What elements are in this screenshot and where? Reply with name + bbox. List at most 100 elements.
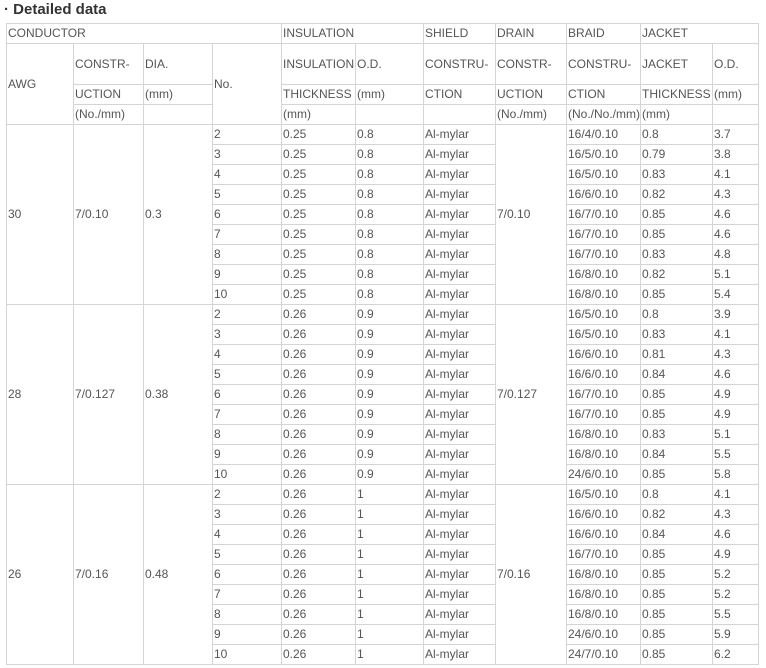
shield-construction-cell: Al-mylar <box>423 284 496 305</box>
insulation-thickness-cell: 0.25 <box>281 264 356 285</box>
insulation-od-cell: 1 <box>355 624 424 645</box>
insulation-od-cell: 1 <box>355 644 424 665</box>
shield-construction-cell: Al-mylar <box>423 444 496 465</box>
conductor-dia-cell: 0.48 <box>143 484 213 665</box>
insulation-thickness-cell: 0.26 <box>281 384 356 405</box>
braid-construction-cell: 16/7/0.10 <box>566 544 641 565</box>
braid-construction-cell: 16/8/0.10 <box>566 604 641 625</box>
braid-construction-cell: 16/8/0.10 <box>566 264 641 285</box>
insulation-od-cell: 0.8 <box>355 284 424 305</box>
insulation-od-cell: 0.9 <box>355 424 424 445</box>
jacket-od-cell: 4.3 <box>712 504 759 525</box>
insulation-thickness-cell: 0.26 <box>281 584 356 605</box>
cable-count-cell: 5 <box>212 544 282 565</box>
jacket-thickness-cell: 0.8 <box>640 304 713 325</box>
cable-count-cell: 10 <box>212 464 282 485</box>
jacket-od-cell: 5.9 <box>712 624 759 645</box>
awg-cell: 30 <box>6 124 74 305</box>
header-jacket-thickness-2: THICKNESS <box>640 84 713 105</box>
jacket-thickness-cell: 0.84 <box>640 444 713 465</box>
insulation-thickness-cell: 0.25 <box>281 124 356 145</box>
insulation-od-cell: 1 <box>355 484 424 505</box>
cable-count-cell: 8 <box>212 604 282 625</box>
conductor-construction-cell: 7/0.10 <box>73 124 144 305</box>
shield-construction-cell: Al-mylar <box>423 584 496 605</box>
header-braid-construction-2: CTION <box>566 84 641 105</box>
braid-construction-cell: 16/7/0.10 <box>566 384 641 405</box>
empty-cell <box>355 104 424 125</box>
insulation-thickness-cell: 0.26 <box>281 644 356 665</box>
jacket-thickness-cell: 0.85 <box>640 624 713 645</box>
header-jacket-thickness: JACKET <box>640 43 713 85</box>
shield-construction-cell: Al-mylar <box>423 304 496 325</box>
insulation-thickness-cell: 0.26 <box>281 344 356 365</box>
header-ins-thickness-2: THICKNESS <box>281 84 356 105</box>
cable-count-cell: 2 <box>212 124 282 145</box>
insulation-od-cell: 0.9 <box>355 324 424 345</box>
jacket-thickness-cell: 0.85 <box>640 384 713 405</box>
braid-construction-cell: 16/7/0.10 <box>566 224 641 245</box>
braid-construction-cell: 24/6/0.10 <box>566 624 641 645</box>
insulation-od-cell: 1 <box>355 544 424 565</box>
awg-cell: 28 <box>6 304 74 485</box>
braid-construction-cell: 16/6/0.10 <box>566 524 641 545</box>
insulation-thickness-cell: 0.26 <box>281 484 356 505</box>
header-braid-construction-3: (No./No./mm) <box>566 104 641 125</box>
awg-cell: 26 <box>6 484 74 665</box>
shield-construction-cell: Al-mylar <box>423 204 496 225</box>
insulation-thickness-cell: 0.25 <box>281 224 356 245</box>
jacket-od-cell: 5.5 <box>712 604 759 625</box>
section-title: · Detailed data <box>4 1 107 18</box>
table-row: 30 7/0.10 0.3 2 0.25 0.8 Al-mylar 7/0.10 16/4/0.… <box>6 124 759 305</box>
shield-construction-cell: Al-mylar <box>423 344 496 365</box>
insulation-thickness-cell: 0.25 <box>281 204 356 225</box>
header-constr-2: UCTION <box>73 84 144 105</box>
cable-count-cell: 3 <box>212 144 282 165</box>
jacket-od-cell: 5.4 <box>712 284 759 305</box>
jacket-od-cell: 5.1 <box>712 424 759 445</box>
cable-count-cell: 9 <box>212 624 282 645</box>
header-no: No. <box>212 43 282 125</box>
braid-construction-cell: 16/5/0.10 <box>566 164 641 185</box>
drain-construction-cell: 7/0.127 <box>495 304 567 485</box>
jacket-od-cell: 4.1 <box>712 324 759 345</box>
detailed-data-table: CONDUCTOR INSULATION SHIELD DRAIN BRAID … <box>6 23 759 665</box>
jacket-od-cell: 4.6 <box>712 364 759 385</box>
shield-construction-cell: Al-mylar <box>423 464 496 485</box>
header-drain-construction: CONSTR- <box>495 43 567 85</box>
shield-construction-cell: Al-mylar <box>423 424 496 445</box>
jacket-od-cell: 5.2 <box>712 564 759 585</box>
shield-construction-cell: Al-mylar <box>423 624 496 645</box>
header-ins-od: O.D. <box>355 43 424 85</box>
conductor-dia-cell: 0.38 <box>143 304 213 485</box>
header-braid-construction: CONSTRU- <box>566 43 641 85</box>
insulation-od-cell: 0.8 <box>355 124 424 145</box>
cable-count-cell: 7 <box>212 584 282 605</box>
insulation-thickness-cell: 0.26 <box>281 304 356 325</box>
braid-construction-cell: 24/6/0.10 <box>566 464 641 485</box>
jacket-od-cell: 3.7 <box>712 124 759 145</box>
jacket-thickness-cell: 0.79 <box>640 144 713 165</box>
header-ins-thickness: INSULATION <box>281 43 356 85</box>
header-constr: CONSTR- <box>73 43 144 85</box>
insulation-od-cell: 0.8 <box>355 244 424 265</box>
braid-construction-cell: 16/7/0.10 <box>566 404 641 425</box>
cable-count-cell: 6 <box>212 564 282 585</box>
jacket-thickness-cell: 0.85 <box>640 204 713 225</box>
insulation-od-cell: 0.8 <box>355 224 424 245</box>
insulation-od-cell: 1 <box>355 504 424 525</box>
shield-construction-cell: Al-mylar <box>423 504 496 525</box>
jacket-thickness-cell: 0.83 <box>640 424 713 445</box>
insulation-thickness-cell: 0.26 <box>281 424 356 445</box>
header-insulation: INSULATION <box>281 23 424 44</box>
cable-count-cell: 7 <box>212 224 282 245</box>
braid-construction-cell: 16/6/0.10 <box>566 184 641 205</box>
shield-construction-cell: Al-mylar <box>423 524 496 545</box>
jacket-thickness-cell: 0.8 <box>640 124 713 145</box>
cable-count-cell: 9 <box>212 264 282 285</box>
braid-construction-cell: 24/7/0.10 <box>566 644 641 665</box>
insulation-thickness-cell: 0.26 <box>281 404 356 425</box>
insulation-thickness-cell: 0.25 <box>281 144 356 165</box>
shield-construction-cell: Al-mylar <box>423 404 496 425</box>
jacket-thickness-cell: 0.82 <box>640 504 713 525</box>
